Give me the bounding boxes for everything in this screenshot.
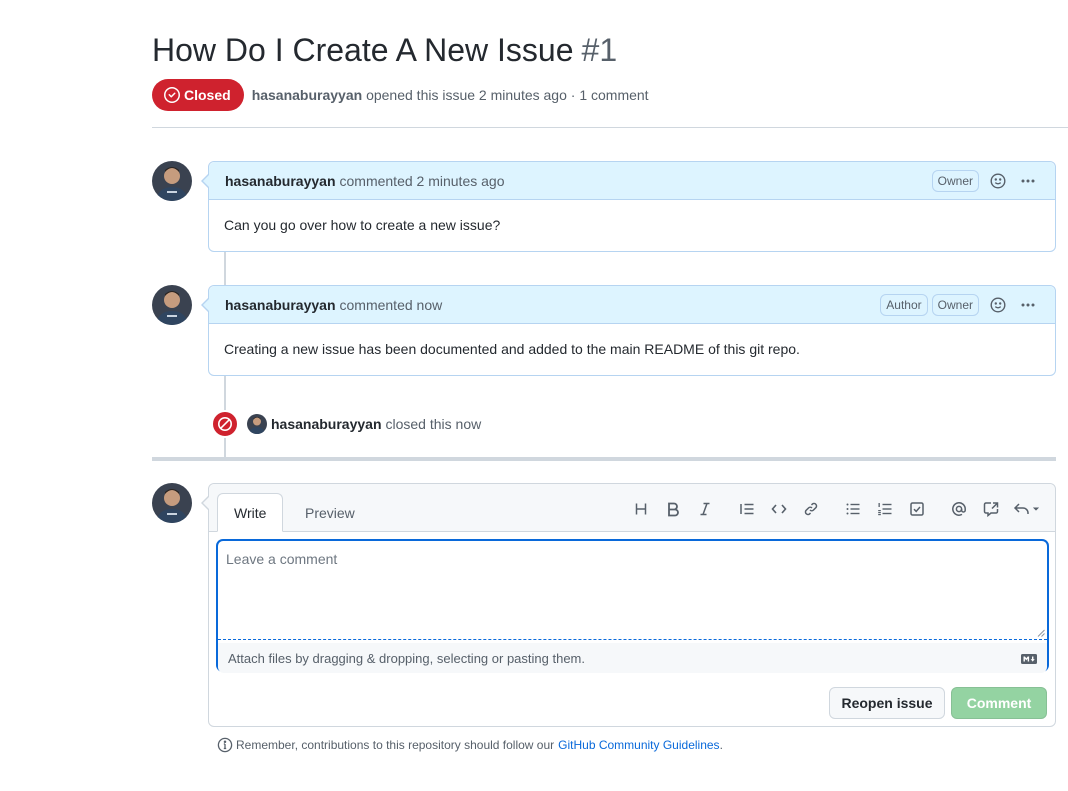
comment-textarea[interactable] [218,541,1047,640]
issue-author-link[interactable]: hasanaburayyan [252,87,363,103]
avatar[interactable] [152,161,192,201]
timeline-line [224,252,226,286]
kebab-horizontal-icon[interactable] [1017,294,1039,316]
comment-textarea-wrapper: Attach files by dragging & dropping, sel… [217,540,1048,673]
event-text: hasanaburayyan closed this now [247,414,481,434]
quote-icon[interactable] [731,498,763,520]
link-icon[interactable] [795,498,827,520]
avatar[interactable] [247,414,267,434]
task-list-icon[interactable] [901,498,933,520]
owner-label: Owner [931,293,979,316]
heading-icon[interactable] [625,498,657,520]
mention-icon[interactable] [943,498,975,520]
meta-details: opened this issue 2 minutes ago · 1 comm… [366,87,649,103]
community-guidelines-link[interactable]: GitHub Community Guidelines [558,738,719,752]
editor-header: Write Preview [209,484,1055,532]
reply-icon[interactable] [1007,498,1047,520]
issue-title: How Do I Create A New Issue #1 [152,32,617,69]
comment-button[interactable]: Comment [951,687,1047,719]
footer-note-text: Remember, contributions to this reposito… [236,738,555,752]
smiley-icon[interactable] [987,294,1009,316]
timeline-divider [152,457,1056,461]
comment-timestamp[interactable]: commented now [340,297,443,313]
comment: hasanaburayyan commented 2 minutes ago O… [201,161,1056,252]
community-guidelines-note: Remember, contributions to this reposito… [217,737,723,753]
markdown-icon[interactable] [1021,652,1037,667]
comment-header: hasanaburayyan commented 2 minutes ago O… [209,162,1055,200]
skip-icon [211,410,239,438]
author-label: Author [880,293,928,316]
issue-number: #1 [581,32,618,68]
comment-body: Creating a new issue has been documented… [224,341,800,357]
reopen-issue-button[interactable]: Reopen issue [829,687,945,719]
comment-author[interactable]: hasanaburayyan [225,297,336,313]
issue-meta: Closed hasanaburayyan opened this issue … [152,79,649,111]
italic-icon[interactable] [689,498,721,520]
comment-body: Can you go over how to create a new issu… [224,217,501,233]
comment-editor: Write Preview Attach files by dragging &… [201,483,1056,727]
comment: hasanaburayyan commented now Author Owne… [201,285,1056,376]
comment-author[interactable]: hasanaburayyan [225,173,336,189]
footer-suffix: . [719,738,723,752]
issue-title-text: How Do I Create A New Issue [152,32,574,68]
smiley-icon[interactable] [987,170,1009,192]
info-icon [217,737,233,753]
state-label: Closed [184,87,231,103]
attach-files-bar[interactable]: Attach files by dragging & dropping, sel… [218,643,1047,673]
event-description: closed this now [385,416,482,432]
avatar[interactable] [152,483,192,523]
markdown-toolbar [625,498,1047,520]
resize-grip-icon[interactable] [1037,629,1045,637]
kebab-horizontal-icon[interactable] [1017,170,1039,192]
code-icon[interactable] [763,498,795,520]
bold-icon[interactable] [657,498,689,520]
owner-label: Owner [931,169,979,192]
state-badge: Closed [152,79,244,111]
header-divider [152,127,1068,128]
meta-text: hasanaburayyan opened this issue 2 minut… [252,87,649,103]
tab-write[interactable]: Write [217,493,284,532]
issue-closed-icon [164,87,180,103]
bullet-list-icon[interactable] [837,498,869,520]
comment-timestamp[interactable]: commented 2 minutes ago [340,173,505,189]
attach-files-text: Attach files by dragging & dropping, sel… [228,650,585,666]
tab-preview[interactable]: Preview [289,493,371,532]
closed-event: hasanaburayyan closed this now [211,410,481,438]
cross-reference-icon[interactable] [975,498,1007,520]
event-author[interactable]: hasanaburayyan [271,416,382,432]
comment-header: hasanaburayyan commented now Author Owne… [209,286,1055,324]
avatar[interactable] [152,285,192,325]
numbered-list-icon[interactable] [869,498,901,520]
